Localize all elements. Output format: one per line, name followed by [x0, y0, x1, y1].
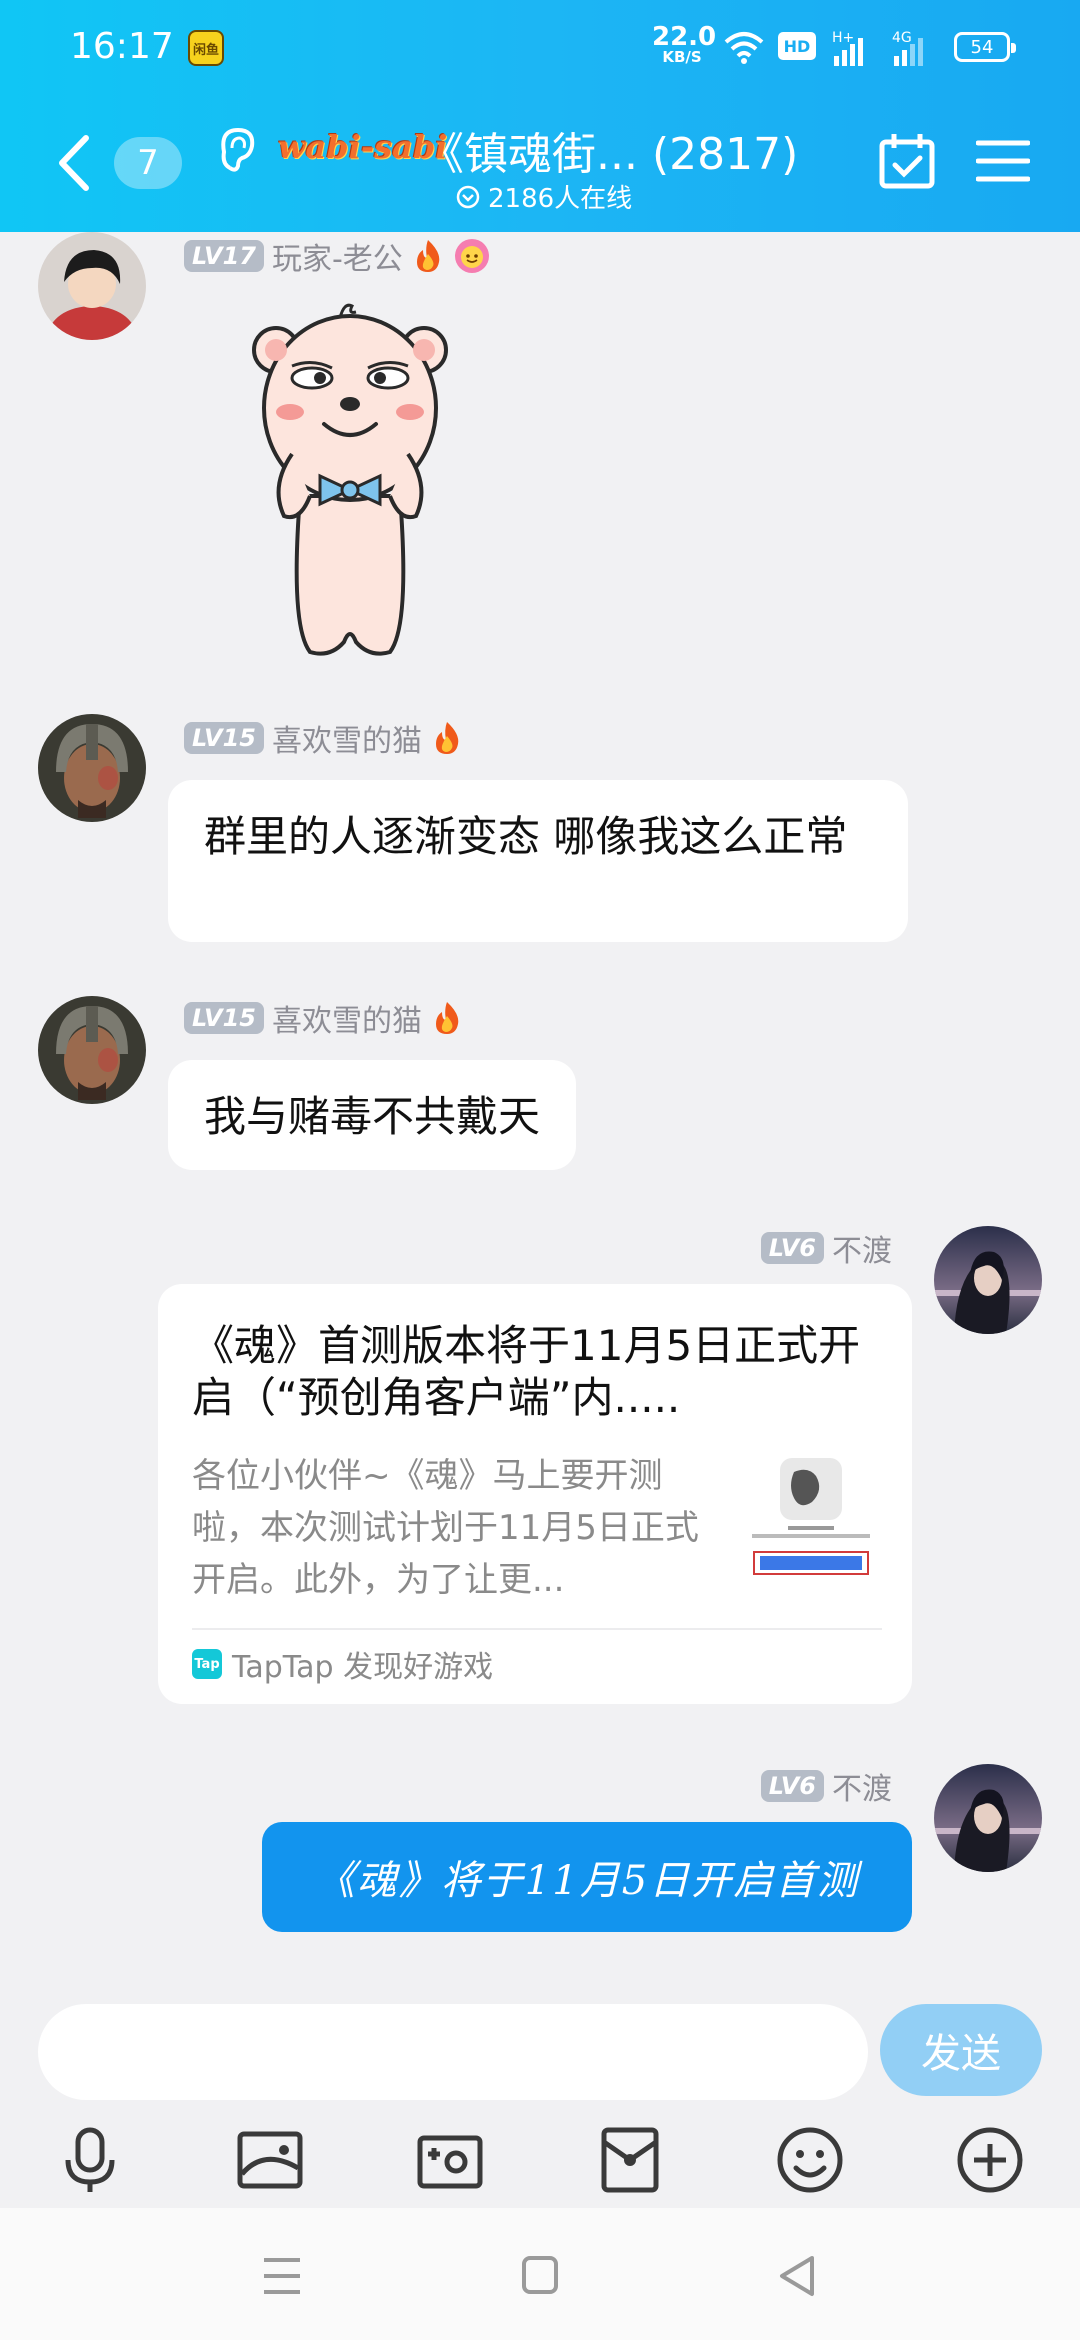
message-bubble[interactable]: 群里的人逐渐变态 哪像我这么正常	[168, 780, 908, 942]
sender-name[interactable]: 不渡	[832, 1764, 892, 1808]
online-count[interactable]: 2186人在线	[456, 178, 632, 215]
unread-count-badge[interactable]: 7	[114, 137, 182, 189]
avatar[interactable]	[38, 714, 146, 822]
avatar[interactable]	[38, 996, 146, 1104]
signal-h-plus-icon: H+	[832, 30, 863, 66]
taptap-logo: Tap	[192, 1649, 222, 1679]
input-toolbar	[0, 2112, 1080, 2208]
level-badge: LV6	[760, 1232, 824, 1264]
sender-line: LV15 喜欢雪的猫	[184, 996, 464, 1040]
level-badge: LV15	[184, 722, 264, 754]
image-icon[interactable]	[234, 2124, 306, 2196]
level-badge: LV6	[760, 1770, 824, 1802]
sender-line: LV15 喜欢雪的猫	[184, 716, 464, 760]
avatar[interactable]	[38, 232, 146, 340]
card-divider	[192, 1628, 882, 1630]
notification-app-icon: 闲鱼	[188, 30, 224, 66]
status-bar: 16:17 闲鱼 22.0 KB/S HD H+ 4G 54	[0, 0, 1080, 96]
card-description: 各位小伙伴~《魂》马上要开测啦，本次测试计划于11月5日正式开启。此外，为了让更…	[192, 1456, 699, 1600]
status-time: 16:17	[70, 26, 174, 67]
message-input[interactable]	[38, 2004, 868, 2100]
signal-4g-icon: 4G	[892, 30, 923, 66]
signal-2-label: 4G	[892, 30, 912, 46]
network-speed: 22.0 KB/S	[652, 22, 717, 66]
card-source-text: TapTap 发现好游戏	[232, 1650, 494, 1685]
sender-name[interactable]: 喜欢雪的猫	[272, 996, 422, 1040]
sender-name[interactable]: 不渡	[832, 1226, 892, 1270]
card-source: Tap TapTap 发现好游戏	[192, 1642, 493, 1686]
plus-icon[interactable]	[954, 2124, 1026, 2196]
sender-line: LV17 玩家-老公	[184, 234, 491, 278]
fire-icon	[435, 1002, 459, 1034]
network-speed-unit: KB/S	[662, 48, 702, 66]
chevron-down-circle-icon	[456, 185, 480, 208]
back-button[interactable]	[52, 130, 96, 196]
message-bubble-self[interactable]: 《魂》将于11月5日开启首测	[262, 1822, 912, 1932]
card-title: 《魂》首测版本将于11月5日正式开启（“预创角客户端”内.....	[192, 1321, 861, 1422]
message-bubble[interactable]: 我与赌毒不共戴天	[168, 1060, 577, 1170]
ear-icon[interactable]	[218, 124, 258, 176]
bear-sticker[interactable]	[240, 296, 460, 668]
wifi-icon	[724, 32, 764, 64]
home-button[interactable]	[510, 2248, 570, 2304]
system-nav-bar	[0, 2208, 1080, 2340]
avatar[interactable]	[934, 1764, 1042, 1872]
avatar[interactable]	[934, 1226, 1042, 1334]
card-thumbnail	[738, 1452, 884, 1578]
fire-icon	[435, 722, 459, 754]
camera-icon[interactable]	[414, 2124, 486, 2196]
network-speed-value: 22.0	[652, 22, 717, 52]
recent-apps-button[interactable]	[252, 2248, 312, 2304]
group-title[interactable]: 《镇魂街... (2817)	[420, 118, 798, 182]
hd-badge: HD	[778, 32, 816, 60]
signal-1-label: H+	[832, 30, 854, 46]
sender-line: LV6 不渡	[760, 1764, 892, 1808]
emoji-icon[interactable]	[774, 2124, 846, 2196]
sender-line: LV6 不渡	[760, 1226, 892, 1270]
input-bar: 发送	[0, 1982, 1080, 2112]
system-back-button[interactable]	[768, 2248, 828, 2304]
menu-button[interactable]	[976, 138, 1030, 184]
fire-icon	[416, 240, 440, 272]
online-count-text: 2186人在线	[488, 184, 633, 214]
chat-header: 16:17 闲鱼 22.0 KB/S HD H+ 4G 54 7 wabi-sa…	[0, 0, 1080, 232]
mic-icon[interactable]	[54, 2124, 126, 2196]
battery-indicator: 54	[954, 32, 1016, 62]
sender-name[interactable]: 玩家-老公	[272, 234, 403, 278]
red-packet-icon[interactable]	[594, 2124, 666, 2196]
send-button[interactable]: 发送	[880, 2004, 1042, 2096]
level-badge: LV17	[184, 240, 264, 272]
flower-badge-icon	[454, 239, 489, 273]
calendar-check-button[interactable]	[878, 132, 936, 190]
level-badge: LV15	[184, 1002, 264, 1034]
sender-name[interactable]: 喜欢雪的猫	[272, 716, 422, 760]
link-card[interactable]: 《魂》首测版本将于11月5日正式开启（“预创角客户端”内..... 各位小伙伴~…	[158, 1284, 912, 1704]
